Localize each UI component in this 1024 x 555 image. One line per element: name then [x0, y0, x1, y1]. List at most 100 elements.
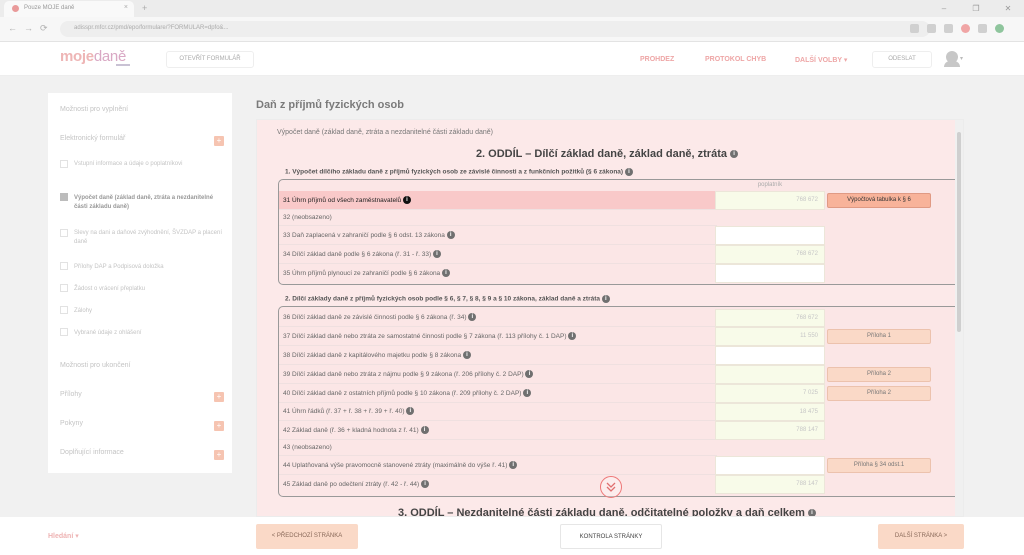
info-icon[interactable]: i [446, 231, 455, 240]
next-page-button[interactable]: DALŠÍ STRÁNKA > [878, 524, 964, 549]
value-field: 18 475 [715, 403, 825, 421]
row-label: 33 Daň zaplacená v zahraničí podle § 6 o… [283, 232, 445, 239]
sidebar-item-options[interactable]: Možnosti pro vyplnění [60, 106, 128, 113]
table-row: 39 Dílčí základ daně nebo ztráta z nájmu… [279, 365, 717, 384]
attachment-2b-button[interactable]: Příloha 2 [827, 386, 931, 401]
avatar-caret-icon[interactable]: ▾ [960, 55, 963, 62]
scroll-down-icon[interactable] [600, 476, 622, 498]
info-icon[interactable]: i [421, 480, 430, 489]
expand-icon[interactable]: + [214, 450, 224, 460]
extension-icon[interactable] [927, 24, 936, 33]
logo[interactable]: mojedaně [60, 48, 126, 65]
load-form-button[interactable]: OTEVŘÍT FORMULÁŘ [166, 51, 254, 68]
table-row: 34 Dílčí základ daně podle § 6 zákona (ř… [279, 245, 717, 264]
value-field: 768 672 [715, 245, 825, 264]
checkbox-icon [60, 328, 68, 336]
checkbox-icon [60, 262, 68, 270]
value-field: 788 147 [715, 421, 825, 440]
reload-icon[interactable]: ⟳ [40, 23, 48, 34]
check-page-button[interactable]: KONTROLA STRÁNKY [560, 524, 662, 549]
info-icon[interactable]: i [624, 168, 633, 176]
back-icon[interactable]: ← [8, 23, 17, 33]
value-field[interactable] [715, 226, 825, 245]
scrollbar[interactable] [955, 120, 963, 516]
box2-heading-text: 2. Dílčí základy daně z příjmů fyzických… [285, 295, 601, 303]
menu-icon[interactable] [944, 24, 953, 33]
browser-tab[interactable]: Pouze MOJE daně × [4, 1, 134, 17]
value-field: 788 147 [715, 475, 825, 494]
info-icon[interactable]: i [523, 389, 532, 398]
tab-strip: Pouze MOJE daně × + – ❐ ✕ [0, 0, 1024, 17]
table-row: 44 Uplatňovaná výše pravomocně stanovené… [279, 456, 717, 475]
scrollbar-thumb[interactable] [957, 132, 961, 332]
section-2-title: 2. ODDÍL – Dílčí základ daně, základ dan… [475, 148, 727, 160]
info-icon[interactable]: i [402, 196, 411, 205]
forward-icon[interactable]: → [24, 23, 33, 33]
info-icon[interactable]: i [808, 509, 816, 516]
box-partial-tax-bases: 36 Dílčí základ daně ze závislé činnosti… [278, 306, 963, 497]
value-field[interactable] [715, 346, 825, 365]
footer-link[interactable]: Hledání ▾ [48, 532, 79, 540]
row-label: 32 (neobsazeno) [283, 214, 332, 221]
value-field[interactable] [715, 456, 825, 475]
sidebar-item-instructions[interactable]: Pokyny [60, 420, 83, 427]
sidebar-item-advances[interactable]: Zálohy [74, 307, 92, 316]
sidebar-item-tax-calc[interactable]: Výpočet daně (základ daně, ztráta a nezd… [74, 194, 224, 212]
sidebar: Možnosti pro vyplnění Elektronický formu… [48, 93, 232, 473]
url-field[interactable]: adisspr.mfcr.cz/pmd/epo/formulare/?FORMU… [60, 21, 930, 37]
expand-icon[interactable]: + [214, 421, 224, 431]
attachment-2-button[interactable]: Příloha 2 [827, 367, 931, 382]
maximize-button[interactable]: ❐ [960, 0, 992, 17]
value-field[interactable] [715, 264, 825, 283]
sidebar-item-attachments-dap[interactable]: Přílohy DAP a Podpisová doložka [74, 263, 164, 272]
close-tab-icon[interactable]: × [124, 4, 128, 11]
header-link-more[interactable]: DALŠÍ VOLBY ▾ [795, 56, 847, 64]
table-row: 36 Dílčí základ daně ze závislé činnosti… [279, 309, 717, 327]
row-label: 44 Uplatňovaná výše pravomocně stanovené… [283, 462, 508, 469]
info-icon[interactable]: i [568, 332, 577, 341]
row-label: 42 Základ daně (ř. 36 + kladná hodnota z… [283, 427, 419, 434]
minimize-button[interactable]: – [928, 0, 960, 17]
info-icon[interactable]: i [462, 351, 471, 360]
expand-icon[interactable]: + [214, 136, 224, 146]
info-icon[interactable]: i [406, 407, 415, 416]
header-link-print[interactable]: PROHDEZ [640, 56, 674, 63]
prev-page-button[interactable]: < PŘEDCHOZÍ STRÁNKA [256, 524, 358, 549]
table-row: 35 Úhrn příjmů plynoucí ze zahraničí pod… [279, 264, 717, 283]
table-row: 43 (neobsazeno) [279, 440, 717, 456]
bookmark-icon[interactable] [910, 24, 919, 33]
info-icon[interactable]: i [468, 313, 477, 322]
sidebar-item-attachments[interactable]: Přílohy [60, 391, 82, 398]
info-icon[interactable]: i [442, 269, 450, 278]
row-label: 38 Dílčí základ daně z kapitálového maje… [283, 352, 462, 359]
sidebar-item-selected-data[interactable]: Vybrané údaje z ohlášení [74, 329, 142, 338]
value-field[interactable]: 768 672 [715, 191, 825, 210]
info-icon[interactable]: i [509, 461, 518, 470]
profile-icon[interactable] [995, 24, 1004, 33]
puzzle-icon[interactable] [978, 24, 987, 33]
new-tab-button[interactable]: + [142, 3, 147, 13]
expand-icon[interactable]: + [214, 392, 224, 402]
sidebar-item-input-info[interactable]: Vstupní informace a údaje o poplatníkovi [74, 160, 204, 169]
info-icon[interactable]: i [432, 250, 441, 259]
sidebar-item-eform[interactable]: Elektronický formulář [60, 135, 125, 142]
adblock-icon[interactable] [961, 24, 970, 33]
info-icon[interactable]: i [730, 150, 739, 159]
info-icon[interactable]: i [601, 295, 610, 303]
sidebar-item-additional-info[interactable]: Doplňující informace [60, 449, 124, 456]
avatar[interactable] [944, 51, 960, 67]
checkbox-icon [60, 193, 68, 201]
attachment-1-button[interactable]: Příloha 1 [827, 329, 931, 344]
info-icon[interactable]: i [525, 370, 534, 379]
sidebar-item-finish[interactable]: Možnosti pro ukončení [60, 362, 130, 369]
sidebar-item-refund[interactable]: Žádost o vrácení přeplatku [74, 285, 145, 294]
submit-button[interactable]: ODESLAT [872, 51, 932, 68]
close-window-button[interactable]: ✕ [992, 0, 1024, 17]
checkbox-icon [60, 284, 68, 292]
panel-subtitle: Výpočet daně (základ daně, ztráta a nezd… [277, 129, 493, 136]
calc-table-button[interactable]: Výpočtová tabulka k § 6 [827, 193, 931, 208]
header-link-errors[interactable]: PROTOKOL CHYB [705, 56, 766, 63]
info-icon[interactable]: i [420, 426, 429, 435]
sidebar-item-discounts[interactable]: Slevy na dani a daňové zvýhodnění, ŠVZDA… [74, 229, 224, 247]
attachment-34-button[interactable]: Příloha § 34 odst.1 [827, 458, 931, 473]
